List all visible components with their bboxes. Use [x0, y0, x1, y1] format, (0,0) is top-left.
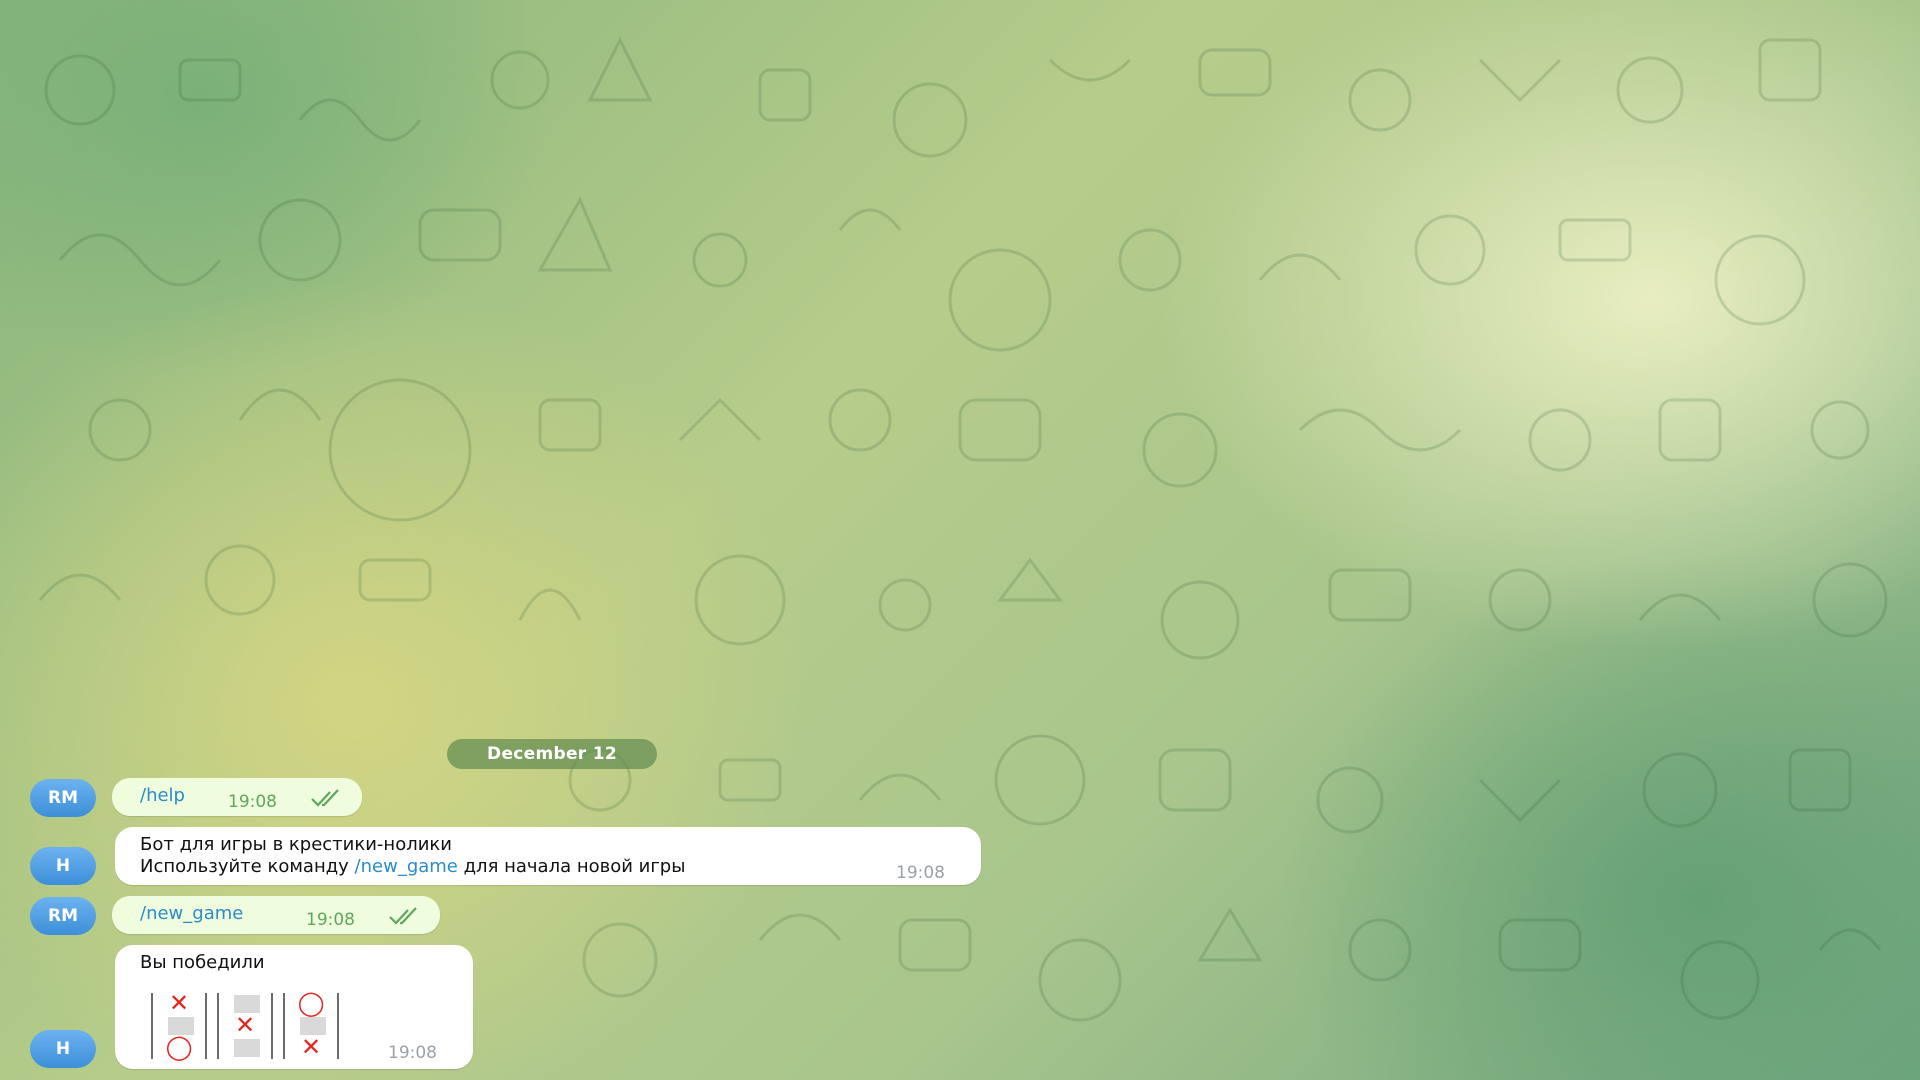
date-separator: December 12 — [447, 739, 657, 769]
message-text-prefix: Используйте команду — [140, 856, 355, 877]
tic-tac-toe-board: ✕ ◯ ✕ ◯ ✕ — [151, 989, 361, 1061]
board-cell-x[interactable]: ✕ — [283, 1033, 339, 1061]
empty-cell-icon — [234, 1039, 260, 1057]
board-cell-empty[interactable] — [217, 1037, 273, 1059]
avatar[interactable]: RM — [30, 779, 96, 817]
message-time: 19:08 — [306, 910, 355, 930]
message-time: 19:08 — [228, 792, 277, 812]
x-mark-icon: ✕ — [234, 1011, 256, 1039]
double-check-icon — [388, 906, 422, 930]
message-time: 19:08 — [896, 863, 945, 883]
double-check-icon — [310, 788, 344, 812]
avatar[interactable]: RM — [30, 897, 96, 935]
message-bubble[interactable]: Вы победили ✕ ◯ ✕ ◯ ✕ 19:08 — [115, 945, 473, 1069]
x-mark-icon: ✕ — [168, 989, 190, 1017]
message-time: 19:08 — [388, 1043, 437, 1063]
new-game-command-link[interactable]: /new_game — [355, 856, 458, 877]
board-cell-x[interactable]: ✕ — [217, 1011, 273, 1039]
message-bubble[interactable]: Бот для игры в крестики-нолики Используй… — [115, 827, 981, 885]
board-cell-o[interactable]: ◯ — [151, 1033, 207, 1061]
message-bubble[interactable]: /help 19:08 — [112, 778, 362, 816]
new-game-command-link[interactable]: /new_game — [140, 903, 243, 924]
avatar[interactable]: H — [30, 847, 96, 885]
o-mark-icon: ◯ — [297, 989, 325, 1017]
help-command-link[interactable]: /help — [140, 785, 185, 806]
board-cell-x[interactable]: ✕ — [151, 989, 207, 1017]
x-mark-icon: ✕ — [300, 1033, 322, 1061]
avatar[interactable]: H — [30, 1030, 96, 1068]
message-bubble[interactable]: /new_game 19:08 — [112, 896, 440, 934]
o-mark-icon: ◯ — [165, 1033, 193, 1061]
message-text-line: Используйте команду /new_game для начала… — [140, 856, 685, 878]
message-text: Вы победили — [140, 952, 265, 973]
message-text-suffix: для начала новой игры — [457, 856, 686, 877]
board-cell-o[interactable]: ◯ — [283, 989, 339, 1017]
message-text-line: Бот для игры в крестики-нолики — [140, 834, 452, 855]
